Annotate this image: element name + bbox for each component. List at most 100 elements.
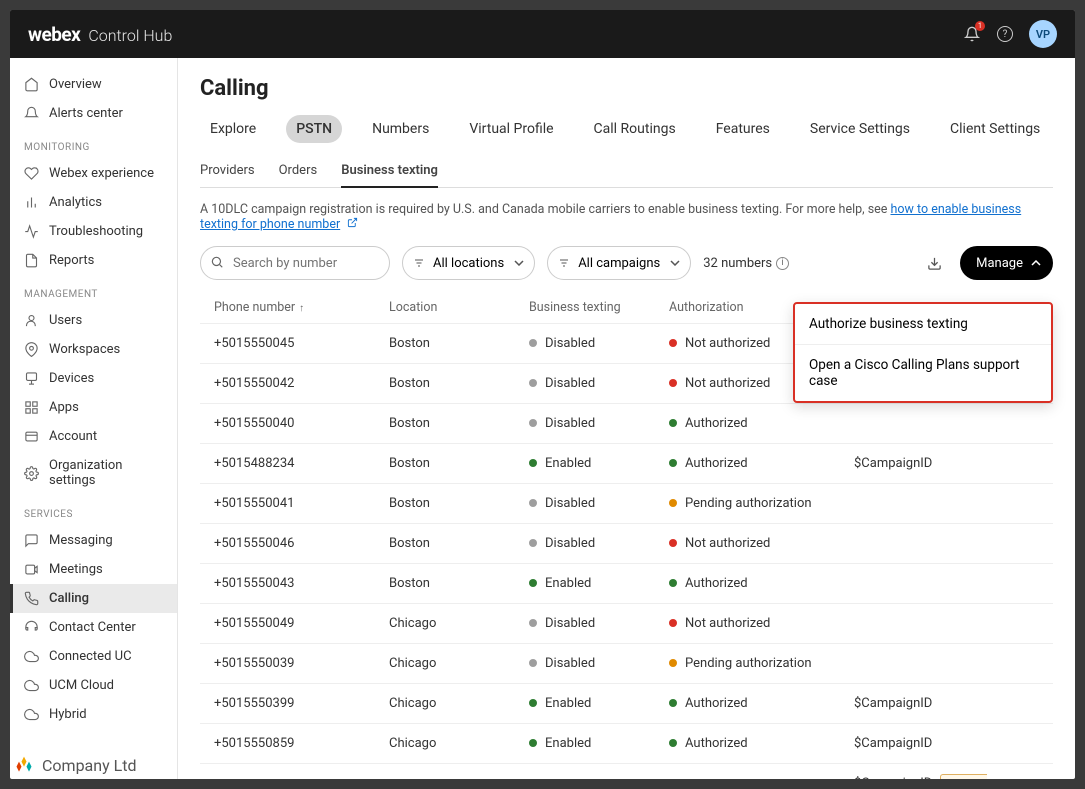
cell-phone: +5015550046 [214,536,389,551]
cell-phone: +5015550399 [214,696,389,711]
sidebar-item-reports[interactable]: Reports [10,246,177,275]
sidebar-item-meetings[interactable]: Meetings [10,555,177,584]
col-phone[interactable]: Phone number↑ [214,300,389,315]
cell-business-texting: Enabled [529,736,669,751]
cell-phone: +5015550039 [214,656,389,671]
sort-asc-icon: ↑ [299,303,304,314]
search-input[interactable] [200,246,390,280]
sidebar-item-label: Apps [49,400,79,415]
tab-service-settings[interactable]: Service Settings [800,115,920,143]
filter-campaigns[interactable]: All campaigns [547,246,691,280]
col-business-texting[interactable]: Business texting [529,300,669,315]
status-dot-icon [669,539,677,547]
subtab-providers[interactable]: Providers [200,157,255,187]
cell-location: Chicago [389,696,529,711]
sidebar-header: MONITORING [10,128,177,159]
filter-locations[interactable]: All locations [402,246,535,280]
status-dot-icon [529,419,537,427]
tab-client-settings[interactable]: Client Settings [940,115,1050,143]
manage-button[interactable]: Manage [960,246,1053,280]
cell-location: Chicago [389,736,529,751]
sidebar-item-analytics[interactable]: Analytics [10,188,177,217]
table-row[interactable]: +5015550040BostonDisabledAuthorized [200,403,1053,443]
sidebar-item-alerts-center[interactable]: Alerts center [10,99,177,128]
sidebar-item-label: Account [49,429,97,444]
subtab-business-texting[interactable]: Business texting [341,157,438,188]
tab-virtual-profile[interactable]: Virtual Profile [459,115,563,143]
cell-authorization: Pending authorization [669,656,854,671]
table-row[interactable]: +5015550039ChicagoDisabledPending author… [200,643,1053,683]
subtab-orders[interactable]: Orders [279,157,318,187]
table-row[interactable]: +5015488234BostonEnabledAuthorized$Campa… [200,443,1053,483]
sidebar-item-troubleshooting[interactable]: Troubleshooting [10,217,177,246]
sidebar-item-label: Meetings [49,562,103,577]
tab-explore[interactable]: Explore [200,115,266,143]
sidebar-item-label: Devices [49,371,94,386]
sidebar-item-workspaces[interactable]: Workspaces [10,335,177,364]
sidebar-item-label: Contact Center [49,620,136,635]
home-icon [24,77,39,92]
org-footer[interactable]: Company Ltd [14,755,137,775]
main-content: Calling Explore PSTN Numbers Virtual Profil… [178,58,1075,779]
menu-authorize[interactable]: Authorize business texting [795,304,1051,344]
cell-business-texting: Disabled [529,336,669,351]
toolbar: All locations All campaigns 32 numbers [200,246,1053,280]
cell-location: Boston [389,416,529,431]
cell-authorization: Authorized [669,416,854,431]
avatar[interactable]: VP [1029,20,1057,48]
sidebar-item-label: Troubleshooting [49,224,143,239]
info-icon[interactable]: i [776,257,789,270]
pulse-icon [24,224,39,239]
sidebar-item-devices[interactable]: Devices [10,364,177,393]
sidebar-item-webex-experience[interactable]: Webex experience [10,159,177,188]
tab-pstn[interactable]: PSTN [286,115,342,143]
table-row[interactable]: +5015550043BostonEnabledAuthorized [200,563,1053,603]
table-row[interactable]: +5015550046BostonDisabledNot authorized [200,523,1053,563]
cell-authorization: Authorized [669,456,854,471]
sidebar-item-connected-uc[interactable]: Connected UC [10,642,177,671]
notifications-button[interactable]: 1 [963,25,981,43]
sidebar-item-messaging[interactable]: Messaging [10,526,177,555]
sidebar-item-account[interactable]: Account [10,422,177,451]
cell-phone: +5015550045 [214,336,389,351]
cell-authorization: Authorized [669,736,854,751]
cell-location: Boston [389,456,529,471]
sidebar-header: SERVICES [10,495,177,526]
sidebar-item-label: Workspaces [49,342,120,357]
sidebar-item-label: Messaging [49,533,113,548]
status-dot-icon [669,659,677,667]
tab-features[interactable]: Features [706,115,780,143]
table-row[interactable]: +5015554392ChicagoDisabledAuthorized$Cam… [200,763,1053,779]
table-row[interactable]: +5015550041BostonDisabledPending authori… [200,483,1053,523]
cell-location: Boston [389,536,529,551]
sidebar-item-calling[interactable]: Calling [10,584,177,613]
sidebar-item-organization-settings[interactable]: Organization settings [10,451,177,495]
tab-call-routings[interactable]: Call Routings [584,115,686,143]
download-button[interactable] [927,256,942,271]
table-row[interactable]: +5015550049ChicagoDisabledNot authorized [200,603,1053,643]
sidebar-item-label: Webex experience [49,166,154,181]
page-title: Calling [200,76,1053,101]
sidebar-item-users[interactable]: Users [10,306,177,335]
cell-campaign: $CampaignID [854,696,1039,711]
headset-icon [24,620,39,635]
cell-authorization: Authorized [669,576,854,591]
col-location[interactable]: Location [389,300,529,315]
manage-label: Manage [976,256,1023,271]
status-dot-icon [529,699,537,707]
sidebar-item-contact-center[interactable]: Contact Center [10,613,177,642]
sidebar-item-apps[interactable]: Apps [10,393,177,422]
sidebar-item-overview[interactable]: Overview [10,70,177,99]
status-dot-icon [669,419,677,427]
tab-numbers[interactable]: Numbers [362,115,439,143]
table-row[interactable]: +5015550859ChicagoEnabledAuthorized$Camp… [200,723,1053,763]
help-button[interactable]: ? [997,26,1013,42]
bell-icon [24,106,39,121]
sidebar-item-hybrid[interactable]: Hybrid [10,700,177,729]
menu-open-support-case[interactable]: Open a Cisco Calling Plans support case [795,345,1051,401]
sidebar-item-ucm-cloud[interactable]: UCM Cloud [10,671,177,700]
cell-authorization: Pending authorization [669,496,854,511]
top-bar: webex Control Hub 1 ? VP [10,10,1075,58]
status-dot-icon [529,379,537,387]
table-row[interactable]: +5015550399ChicagoEnabledAuthorized$Camp… [200,683,1053,723]
